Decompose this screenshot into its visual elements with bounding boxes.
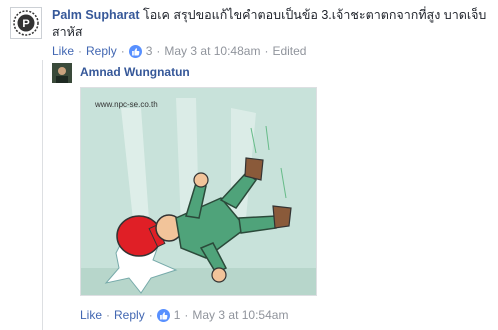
svg-text:P: P xyxy=(22,18,29,30)
thumbs-up-icon[interactable] xyxy=(156,308,170,322)
timestamp[interactable]: May 3 at 10:54am xyxy=(192,308,288,322)
separator: · xyxy=(156,44,161,58)
separator: · xyxy=(106,308,111,322)
comment-image[interactable]: www.npc-se.co.th xyxy=(80,87,317,296)
like-link[interactable]: Like xyxy=(80,308,102,322)
comment-text: Palm Supharat โอเค สรุปขอแก้ไขคำตอบเป็นข… xyxy=(52,7,492,41)
falling-worker-illustration xyxy=(81,98,316,295)
like-link[interactable]: Like xyxy=(52,44,74,58)
reply-actions: Like · Reply · 1 · May 3 at 10:54am xyxy=(80,308,288,322)
profile-photo-icon xyxy=(52,63,72,83)
separator: · xyxy=(264,44,269,58)
edited-label[interactable]: Edited xyxy=(272,44,306,58)
separator: · xyxy=(78,44,83,58)
comment-author[interactable]: Amnad Wungnatun xyxy=(80,65,190,79)
reply-link[interactable]: Reply xyxy=(114,308,145,322)
avatar[interactable]: P xyxy=(10,7,42,39)
p-logo-icon: P xyxy=(13,10,39,36)
thumbs-up-icon[interactable] xyxy=(128,44,142,58)
timestamp[interactable]: May 3 at 10:48am xyxy=(164,44,260,58)
reaction-count[interactable]: 3 xyxy=(146,44,153,58)
separator: · xyxy=(184,308,189,322)
reaction-count[interactable]: 1 xyxy=(174,308,181,322)
reply-link[interactable]: Reply xyxy=(86,44,117,58)
reply-thread-line xyxy=(42,60,43,330)
comment-actions: Like · Reply · 3 · May 3 at 10:48am · Ed… xyxy=(52,44,306,58)
avatar[interactable] xyxy=(52,63,72,83)
separator: · xyxy=(120,44,125,58)
comment-author[interactable]: Palm Supharat xyxy=(52,8,140,22)
separator: · xyxy=(148,308,153,322)
